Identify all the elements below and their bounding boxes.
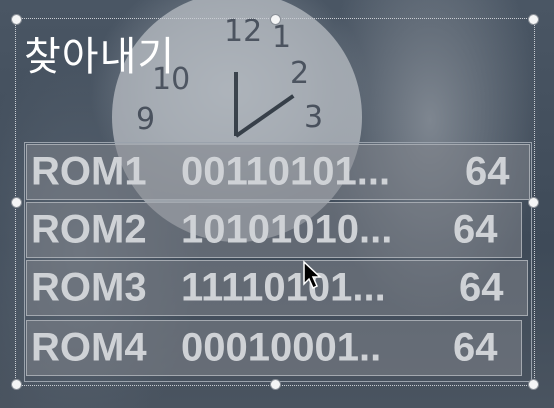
rom-row[interactable]: ROM4 00010001.. 64 bbox=[26, 320, 522, 376]
rom-value: 64 bbox=[465, 149, 510, 194]
rom-value: 64 bbox=[453, 207, 498, 252]
mouse-cursor-icon bbox=[303, 260, 322, 290]
rom-row[interactable]: ROM2 10101010... 64 bbox=[26, 202, 522, 258]
rom-value: 64 bbox=[459, 265, 504, 310]
resize-handle-left[interactable] bbox=[11, 197, 22, 208]
resize-handle-top[interactable] bbox=[270, 14, 281, 25]
rom-name: ROM1 bbox=[31, 149, 147, 194]
rom-name: ROM4 bbox=[31, 325, 147, 370]
slide-title[interactable]: 찾아내기 bbox=[24, 24, 175, 82]
resize-handle-top-left[interactable] bbox=[11, 14, 22, 25]
rom-bits: 00010001.. bbox=[181, 325, 382, 370]
rom-value: 64 bbox=[453, 325, 498, 370]
rom-bits: 11110101... bbox=[181, 265, 386, 310]
rom-bits: 00110101... bbox=[181, 149, 391, 194]
resize-handle-bottom-left[interactable] bbox=[11, 379, 22, 390]
rom-bits: 10101010... bbox=[181, 207, 393, 252]
resize-handle-bottom-right[interactable] bbox=[528, 379, 539, 390]
resize-handle-top-right[interactable] bbox=[528, 14, 539, 25]
rom-row[interactable]: ROM1 00110101... 64 bbox=[26, 144, 530, 200]
resize-handle-bottom[interactable] bbox=[270, 379, 281, 390]
rom-name: ROM3 bbox=[31, 265, 147, 310]
rom-row[interactable]: ROM3 11110101... 64 bbox=[26, 260, 528, 316]
rom-name: ROM2 bbox=[31, 207, 147, 252]
